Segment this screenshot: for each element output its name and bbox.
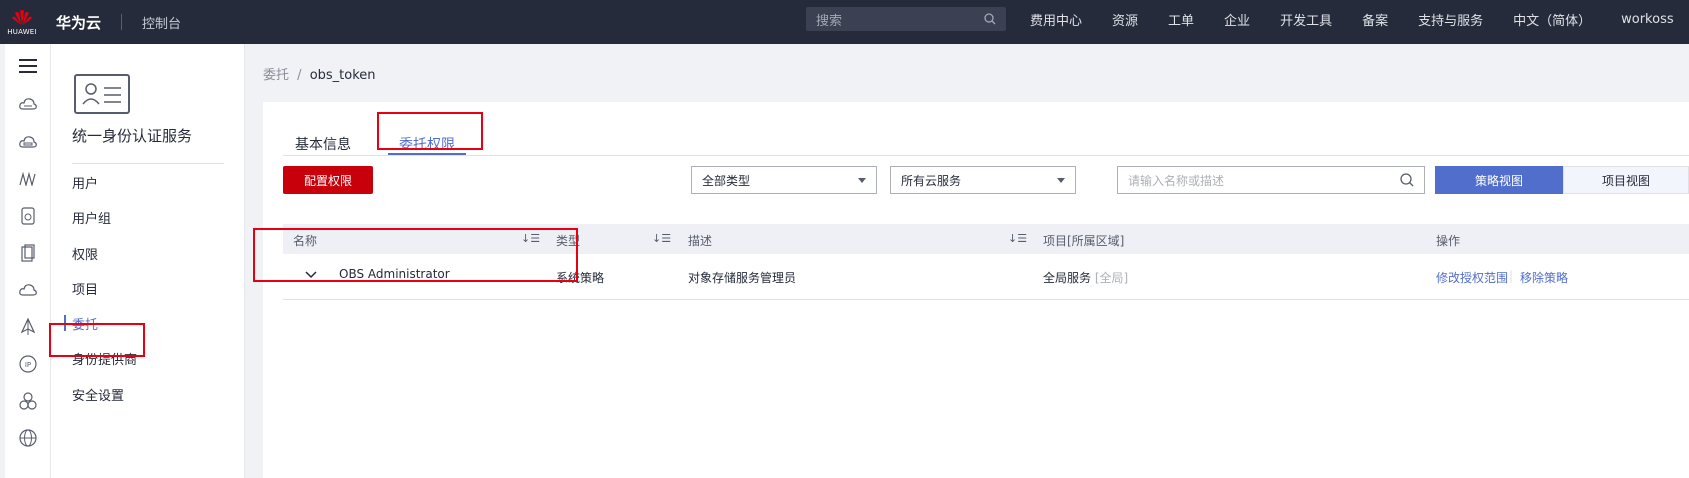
breadcrumb-separator: / — [297, 68, 302, 83]
logo-text: HUAWEI — [7, 27, 37, 36]
nav-user[interactable]: workoss — [1621, 12, 1674, 27]
type-select-value: 全部类型 — [702, 173, 751, 188]
divider — [121, 14, 123, 30]
configure-permissions-button[interactable]: 配置权限 — [283, 166, 373, 194]
cloud-server-icon[interactable] — [18, 94, 38, 114]
nav-devtools[interactable]: 开发工具 — [1280, 10, 1332, 29]
id-card-icon — [74, 74, 130, 114]
search-icon[interactable] — [984, 13, 996, 25]
cloud-disk-icon[interactable] — [18, 132, 38, 152]
main-panel: 基本信息 委托权限 配置权限 全部类型 所有云服务 请输入名称或描述 策略视图 … — [253, 102, 1689, 478]
remove-policy-link[interactable]: 移除策略 — [1520, 269, 1568, 286]
brand-name[interactable]: 华为云 — [56, 12, 101, 33]
cluster-icon[interactable] — [18, 391, 38, 411]
console-link[interactable]: 控制台 — [142, 13, 181, 32]
ip-icon[interactable]: IP — [18, 354, 38, 374]
breadcrumb-parent[interactable]: 委托 — [263, 68, 289, 83]
svg-text:IP: IP — [25, 361, 31, 369]
service-title: 统一身份认证服务 — [72, 127, 193, 145]
huawei-flower-icon — [12, 9, 32, 25]
sidebar-item-security-settings[interactable]: 安全设置 — [72, 385, 124, 404]
column-actions: 操作 — [1436, 234, 1461, 248]
sidebar-item-projects[interactable]: 项目 — [72, 279, 98, 298]
nav-tickets[interactable]: 工单 — [1168, 10, 1194, 29]
policy-description: 对象存储服务管理员 — [688, 271, 797, 285]
policy-view-button[interactable]: 策略视图 — [1435, 166, 1563, 194]
storage-icon[interactable] — [18, 206, 38, 226]
global-search-input[interactable]: 搜索 — [806, 7, 1006, 31]
chevron-down-icon — [858, 177, 866, 183]
breadcrumb-current: obs_token — [309, 68, 376, 83]
project-view-button[interactable]: 项目视图 — [1563, 166, 1689, 194]
policy-search-placeholder: 请输入名称或描述 — [1128, 173, 1225, 188]
type-select[interactable]: 全部类型 — [691, 166, 877, 194]
huawei-logo[interactable]: HUAWEI — [0, 0, 44, 44]
nav-language[interactable]: 中文（简体） — [1513, 10, 1591, 29]
tab-basic-info[interactable]: 基本信息 — [295, 134, 351, 154]
search-placeholder: 搜索 — [816, 13, 843, 29]
sort-icon[interactable]: ↓☰ — [1008, 232, 1027, 245]
service-select-value: 所有云服务 — [901, 173, 962, 188]
column-description: 描述 — [688, 234, 713, 248]
nav-support[interactable]: 支持与服务 — [1418, 10, 1483, 29]
divider — [283, 155, 1689, 156]
globe-icon[interactable] — [18, 428, 38, 448]
nav-billing[interactable]: 费用中心 — [1030, 10, 1082, 29]
modify-scope-link[interactable]: 修改授权范围 — [1436, 269, 1508, 286]
top-nav: 费用中心 资源 工单 企业 开发工具 备案 支持与服务 中文（简体） worko… — [1030, 0, 1689, 38]
project-scope: 全局服务 — [1043, 271, 1092, 285]
nav-resources[interactable]: 资源 — [1112, 10, 1138, 29]
sidebar-item-users[interactable]: 用户 — [72, 173, 98, 192]
cloud-icon[interactable] — [18, 280, 38, 300]
action-divider: | — [1509, 269, 1514, 283]
policy-project: 全局服务 [全局] — [1043, 269, 1128, 286]
divider — [72, 163, 224, 164]
sort-icon[interactable]: ↓☰ — [652, 232, 671, 245]
policy-search-input[interactable]: 请输入名称或描述 — [1117, 166, 1425, 194]
database-icon[interactable] — [18, 243, 38, 263]
breadcrumb: 委托 / obs_token — [263, 64, 376, 83]
chevron-down-icon — [1057, 177, 1065, 183]
project-region: [全局] — [1094, 271, 1129, 285]
service-select[interactable]: 所有云服务 — [890, 166, 1076, 194]
nav-enterprise[interactable]: 企业 — [1224, 10, 1250, 29]
column-project-region: 项目[所属区域] — [1043, 234, 1125, 248]
sidebar-item-permissions[interactable]: 权限 — [72, 244, 98, 263]
menu-icon[interactable] — [18, 56, 38, 76]
service-sidebar: 统一身份认证服务 用户 用户组 权限 项目 委托 身份提供商 安全设置 — [51, 44, 245, 478]
highlight-box — [49, 323, 145, 357]
highlight-box — [253, 228, 578, 282]
network-icon[interactable] — [18, 169, 38, 189]
search-icon[interactable] — [1400, 173, 1414, 187]
deploy-icon[interactable] — [18, 317, 38, 337]
sidebar-item-user-groups[interactable]: 用户组 — [72, 208, 111, 227]
nav-icp[interactable]: 备案 — [1362, 10, 1388, 29]
highlight-box — [377, 112, 483, 150]
service-rail: IP — [5, 44, 51, 478]
